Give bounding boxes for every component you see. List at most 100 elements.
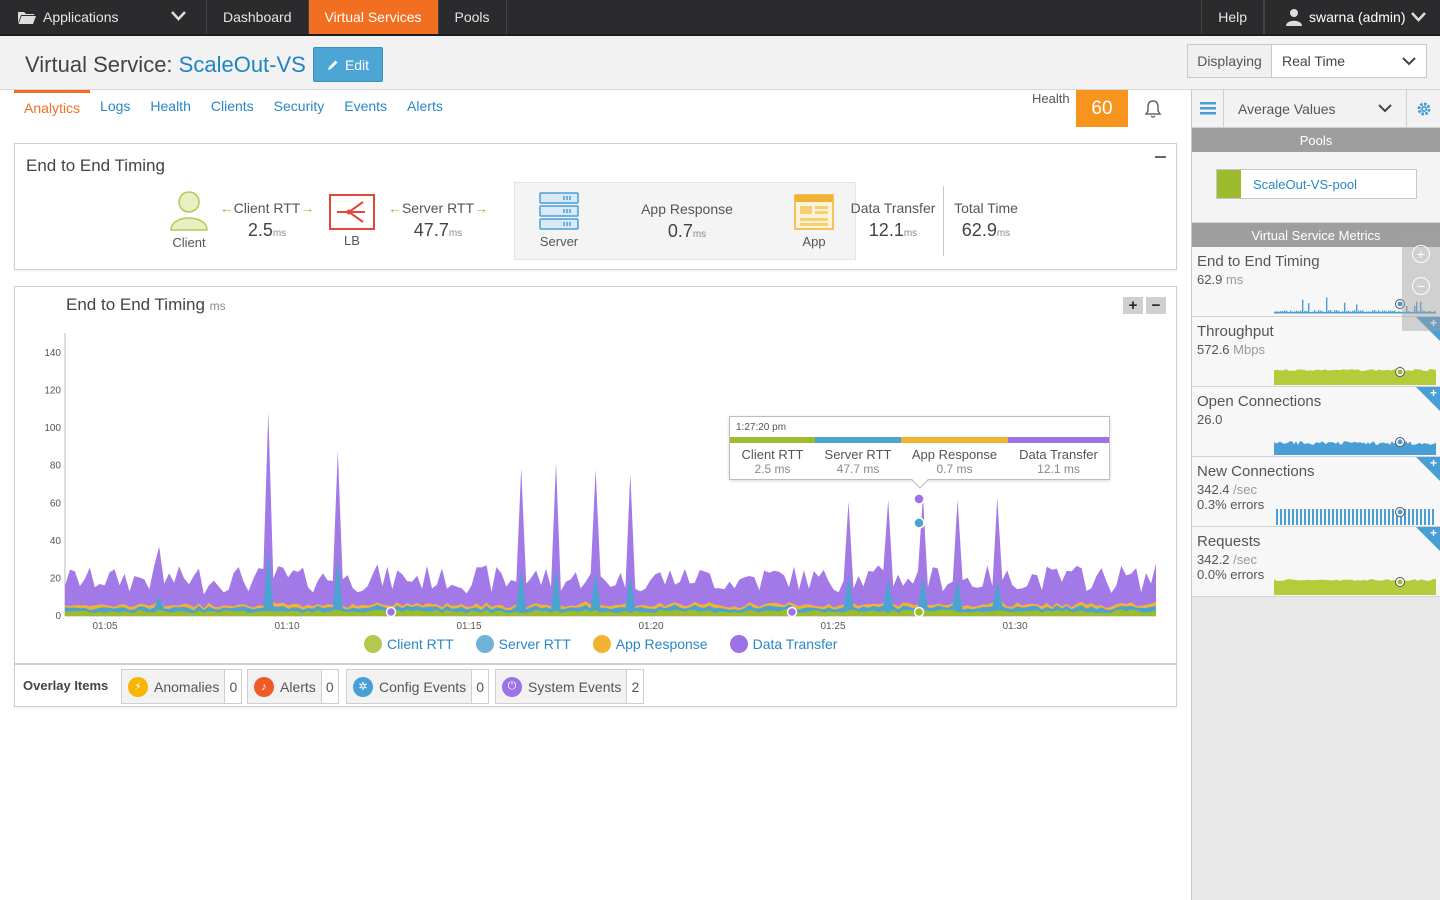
zoom-in-icon[interactable]: + <box>1412 245 1430 263</box>
tab-alerts[interactable]: Alerts <box>397 90 453 122</box>
sparkline-mark <box>1274 369 1436 385</box>
app-window-icon <box>794 194 834 230</box>
x-tick-label: 01:20 <box>638 621 663 632</box>
y-tick-label: 0 <box>55 611 61 622</box>
load-balancer-icon <box>329 194 375 230</box>
tab-analytics[interactable]: Analytics <box>14 90 91 122</box>
nav-dashboard[interactable]: Dashboard <box>207 0 309 34</box>
sparkline-mark <box>1274 441 1436 455</box>
minimize-icon[interactable] <box>1155 156 1166 158</box>
sparkline-mark <box>1344 509 1346 525</box>
divider <box>943 186 944 256</box>
tooltip-label: Client RTT <box>741 447 804 462</box>
metric-name: Requests <box>1197 533 1261 550</box>
average-values-label: Average Values <box>1238 100 1336 117</box>
displaying-value[interactable]: Real Time <box>1272 45 1426 77</box>
user-icon <box>170 191 208 231</box>
sparkline-mark <box>1412 509 1414 525</box>
legend-dot <box>729 635 748 653</box>
legend-dot <box>475 635 494 653</box>
metric-unit: /sec <box>1233 482 1258 497</box>
tab-security[interactable]: Security <box>264 90 335 122</box>
right-sidebar: Average Values Pools ScaleOut-VS-pool Vi… <box>1191 89 1440 900</box>
menu-icon[interactable] <box>1192 89 1224 128</box>
pools-header: Pools <box>1192 128 1440 152</box>
pools-section: ScaleOut-VS-pool <box>1192 152 1440 223</box>
sparkline <box>1274 577 1436 595</box>
virtual-service-name: ScaleOut-VS <box>178 52 306 77</box>
overlay-alerts-button[interactable]: ♪ Alerts 0 <box>247 669 339 704</box>
sparkline-mark <box>1384 509 1386 525</box>
app-response-value: 0.7 <box>667 221 693 241</box>
help-link[interactable]: Help <box>1201 0 1264 34</box>
sparkline-mark <box>1352 509 1354 525</box>
metric-requests[interactable]: Requests 342.2 /sec 0.0% errors + <box>1192 526 1440 597</box>
metric-name: New Connections <box>1197 463 1315 480</box>
legend-label: Server RTT <box>498 636 571 652</box>
user-label: swarna (admin) <box>1309 9 1406 25</box>
tooltip-bar-data-transfer <box>1008 437 1109 443</box>
app-node: App <box>792 193 836 249</box>
bell-icon[interactable] <box>1143 99 1163 119</box>
x-tick-label: 01:05 <box>92 621 117 632</box>
gear-icon[interactable] <box>1406 89 1440 128</box>
overlay-config-events-button[interactable]: ✲ Config Events 0 <box>346 669 490 704</box>
tab-clients[interactable]: Clients <box>201 90 264 122</box>
legend-server-rtt[interactable]: Server RTT <box>475 635 571 653</box>
edit-button[interactable]: Edit <box>313 47 383 82</box>
average-values-select[interactable]: Average Values <box>1224 90 1406 128</box>
server-rtt-metric: ←Server RTT→ 47.7ms <box>387 200 489 240</box>
overlay-system-events-button[interactable]: ⏻ System Events 2 <box>495 669 645 704</box>
zoom-out-icon[interactable]: − <box>1412 277 1430 295</box>
overlay-anomalies-button[interactable]: ⚡ Anomalies 0 <box>121 669 243 704</box>
app-response-unit: ms <box>692 229 707 240</box>
metric-open-connections[interactable]: Open Connections 26.0 + <box>1192 386 1440 457</box>
edit-label: Edit <box>344 56 370 73</box>
displaying-value-text: Real Time <box>1282 53 1346 69</box>
sparkline-mark <box>1280 509 1282 525</box>
displaying-select[interactable]: Displaying Real Time <box>1187 44 1427 78</box>
sparkline-mark <box>1292 509 1294 525</box>
y-tick-label: 140 <box>44 348 61 359</box>
tab-health[interactable]: Health <box>140 90 200 122</box>
tab-logs[interactable]: Logs <box>90 90 140 122</box>
user-menu[interactable]: swarna (admin) <box>1264 0 1440 34</box>
legend-label: Client RTT <box>387 636 454 652</box>
y-tick-label: 100 <box>44 423 61 434</box>
sparkline-mark <box>1308 303 1310 313</box>
overlay-system-main: ⏻ System Events <box>496 670 628 703</box>
overlay-label: Anomalies <box>154 678 220 695</box>
metric-value: 342.2 /sec <box>1197 552 1440 567</box>
legend-app-response[interactable]: App Response <box>592 635 708 653</box>
legend-dot <box>364 635 382 653</box>
legend-data-transfer[interactable]: Data Transfer <box>729 635 837 653</box>
metric-value: 342.4 /sec <box>1197 482 1440 497</box>
sparkline-mark <box>1288 509 1290 525</box>
tooltip-time: 1:27:20 pm <box>736 422 787 433</box>
nav-pools[interactable]: Pools <box>439 0 507 34</box>
pencil-icon <box>327 60 338 70</box>
folder-icon <box>18 11 36 24</box>
metric-new-connections[interactable]: New Connections 342.4 /sec 0.3% errors + <box>1192 456 1440 527</box>
legend-client-rtt[interactable]: Client RTT <box>364 635 454 653</box>
applications-menu[interactable]: Applications <box>0 0 207 34</box>
overlay-anomalies-main: ⚡ Anomalies <box>122 670 226 703</box>
gear-icon: ✲ <box>353 676 373 697</box>
sparkline-mark <box>1328 509 1330 525</box>
pool-link[interactable]: ScaleOut-VS-pool <box>1216 169 1417 199</box>
event-marker <box>385 606 397 618</box>
tab-events[interactable]: Events <box>334 90 397 122</box>
app-label: App <box>802 234 826 249</box>
data-transfer-value: 12.1 <box>868 220 904 240</box>
plus-icon: + <box>1429 456 1437 470</box>
sparkline-mark <box>1302 299 1304 313</box>
sparkline-mark <box>1336 509 1338 525</box>
sparkline-mark <box>1274 579 1436 595</box>
sparkline-mark <box>1397 509 1403 515</box>
health-score-badge[interactable]: 60 <box>1076 90 1128 127</box>
sparkline-mark <box>1344 302 1346 313</box>
plus-icon: + <box>1429 526 1437 540</box>
nav-virtual-services[interactable]: Virtual Services <box>308 0 439 34</box>
sparkline-mark <box>1332 509 1334 525</box>
